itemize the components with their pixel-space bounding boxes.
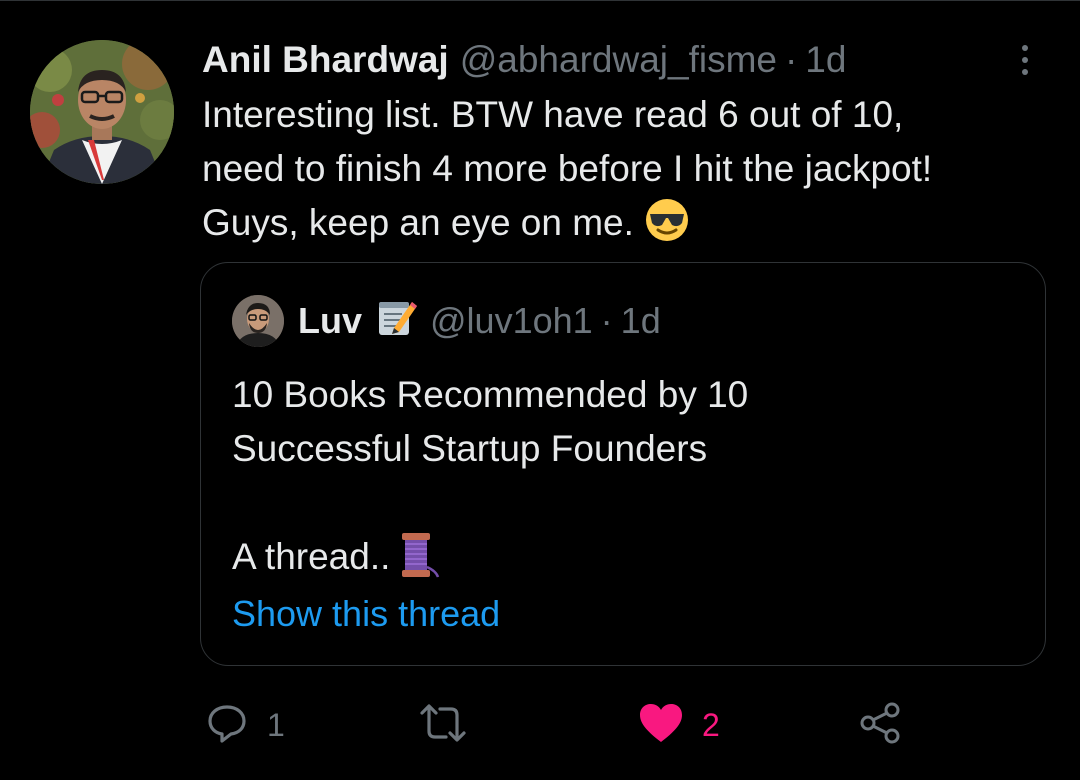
quoted-author-handle[interactable]: @luv1oh1 <box>430 300 593 342</box>
quoted-tweet-timestamp[interactable]: 1d <box>621 300 661 342</box>
thread-spool-emoji-icon <box>396 531 440 594</box>
reply-button[interactable]: 1 <box>205 700 285 750</box>
tweet-action-bar: 1 2 <box>0 690 1080 760</box>
more-dot <box>1022 45 1028 51</box>
quoted-tweet-text: 10 Books Recommended by 10 Successful St… <box>232 368 1022 594</box>
show-this-thread-link[interactable]: Show this thread <box>232 590 500 638</box>
quoted-text-line: A thread.. <box>232 536 391 577</box>
quoted-text-line: Successful Startup Founders <box>232 428 708 469</box>
share-icon <box>858 700 904 751</box>
heart-filled-icon <box>638 702 684 749</box>
tweet-text-line: Guys, keep an eye on me. <box>202 202 634 243</box>
tweet-text: Interesting list. BTW have read 6 out of… <box>202 88 1052 258</box>
tweet-text-line: Interesting list. BTW have read 6 out of… <box>202 94 904 135</box>
top-divider <box>0 0 1080 1</box>
more-dot <box>1022 57 1028 63</box>
retweet-button[interactable] <box>418 700 486 750</box>
sunglasses-emoji-icon <box>644 197 690 258</box>
author-name[interactable]: Anil Bhardwaj <box>202 38 449 82</box>
reply-icon <box>205 701 249 750</box>
quoted-text-line: 10 Books Recommended by 10 <box>232 374 749 415</box>
quoted-author-name[interactable]: Luv <box>298 300 362 342</box>
like-button[interactable]: 2 <box>638 700 720 750</box>
tweet-text-line: need to finish 4 more before I hit the j… <box>202 148 933 189</box>
meta-separator: · <box>784 39 798 80</box>
quoted-text-blank-line <box>232 476 1022 530</box>
author-avatar[interactable] <box>30 40 174 184</box>
quoted-tweet-header: Luv @luv1oh1 · 1d <box>298 298 661 344</box>
more-dot <box>1022 69 1028 75</box>
share-button[interactable] <box>858 700 904 750</box>
author-handle[interactable]: @abhardwaj_fisme <box>460 38 777 82</box>
more-options-button[interactable] <box>1010 40 1040 80</box>
quoted-meta-separator: · <box>600 300 613 341</box>
like-count: 2 <box>702 706 720 743</box>
quoted-text-line-last: A thread.. <box>232 530 1022 594</box>
tweet-header: Anil Bhardwaj @abhardwaj_fisme · 1d <box>202 38 846 82</box>
reply-count: 1 <box>267 706 285 743</box>
quoted-author-avatar[interactable] <box>232 295 284 347</box>
tweet-text-line-last: Guys, keep an eye on me. <box>202 196 1052 258</box>
memo-emoji-icon <box>376 296 418 347</box>
retweet-icon <box>418 701 468 750</box>
tweet-timestamp[interactable]: 1d <box>805 38 846 82</box>
